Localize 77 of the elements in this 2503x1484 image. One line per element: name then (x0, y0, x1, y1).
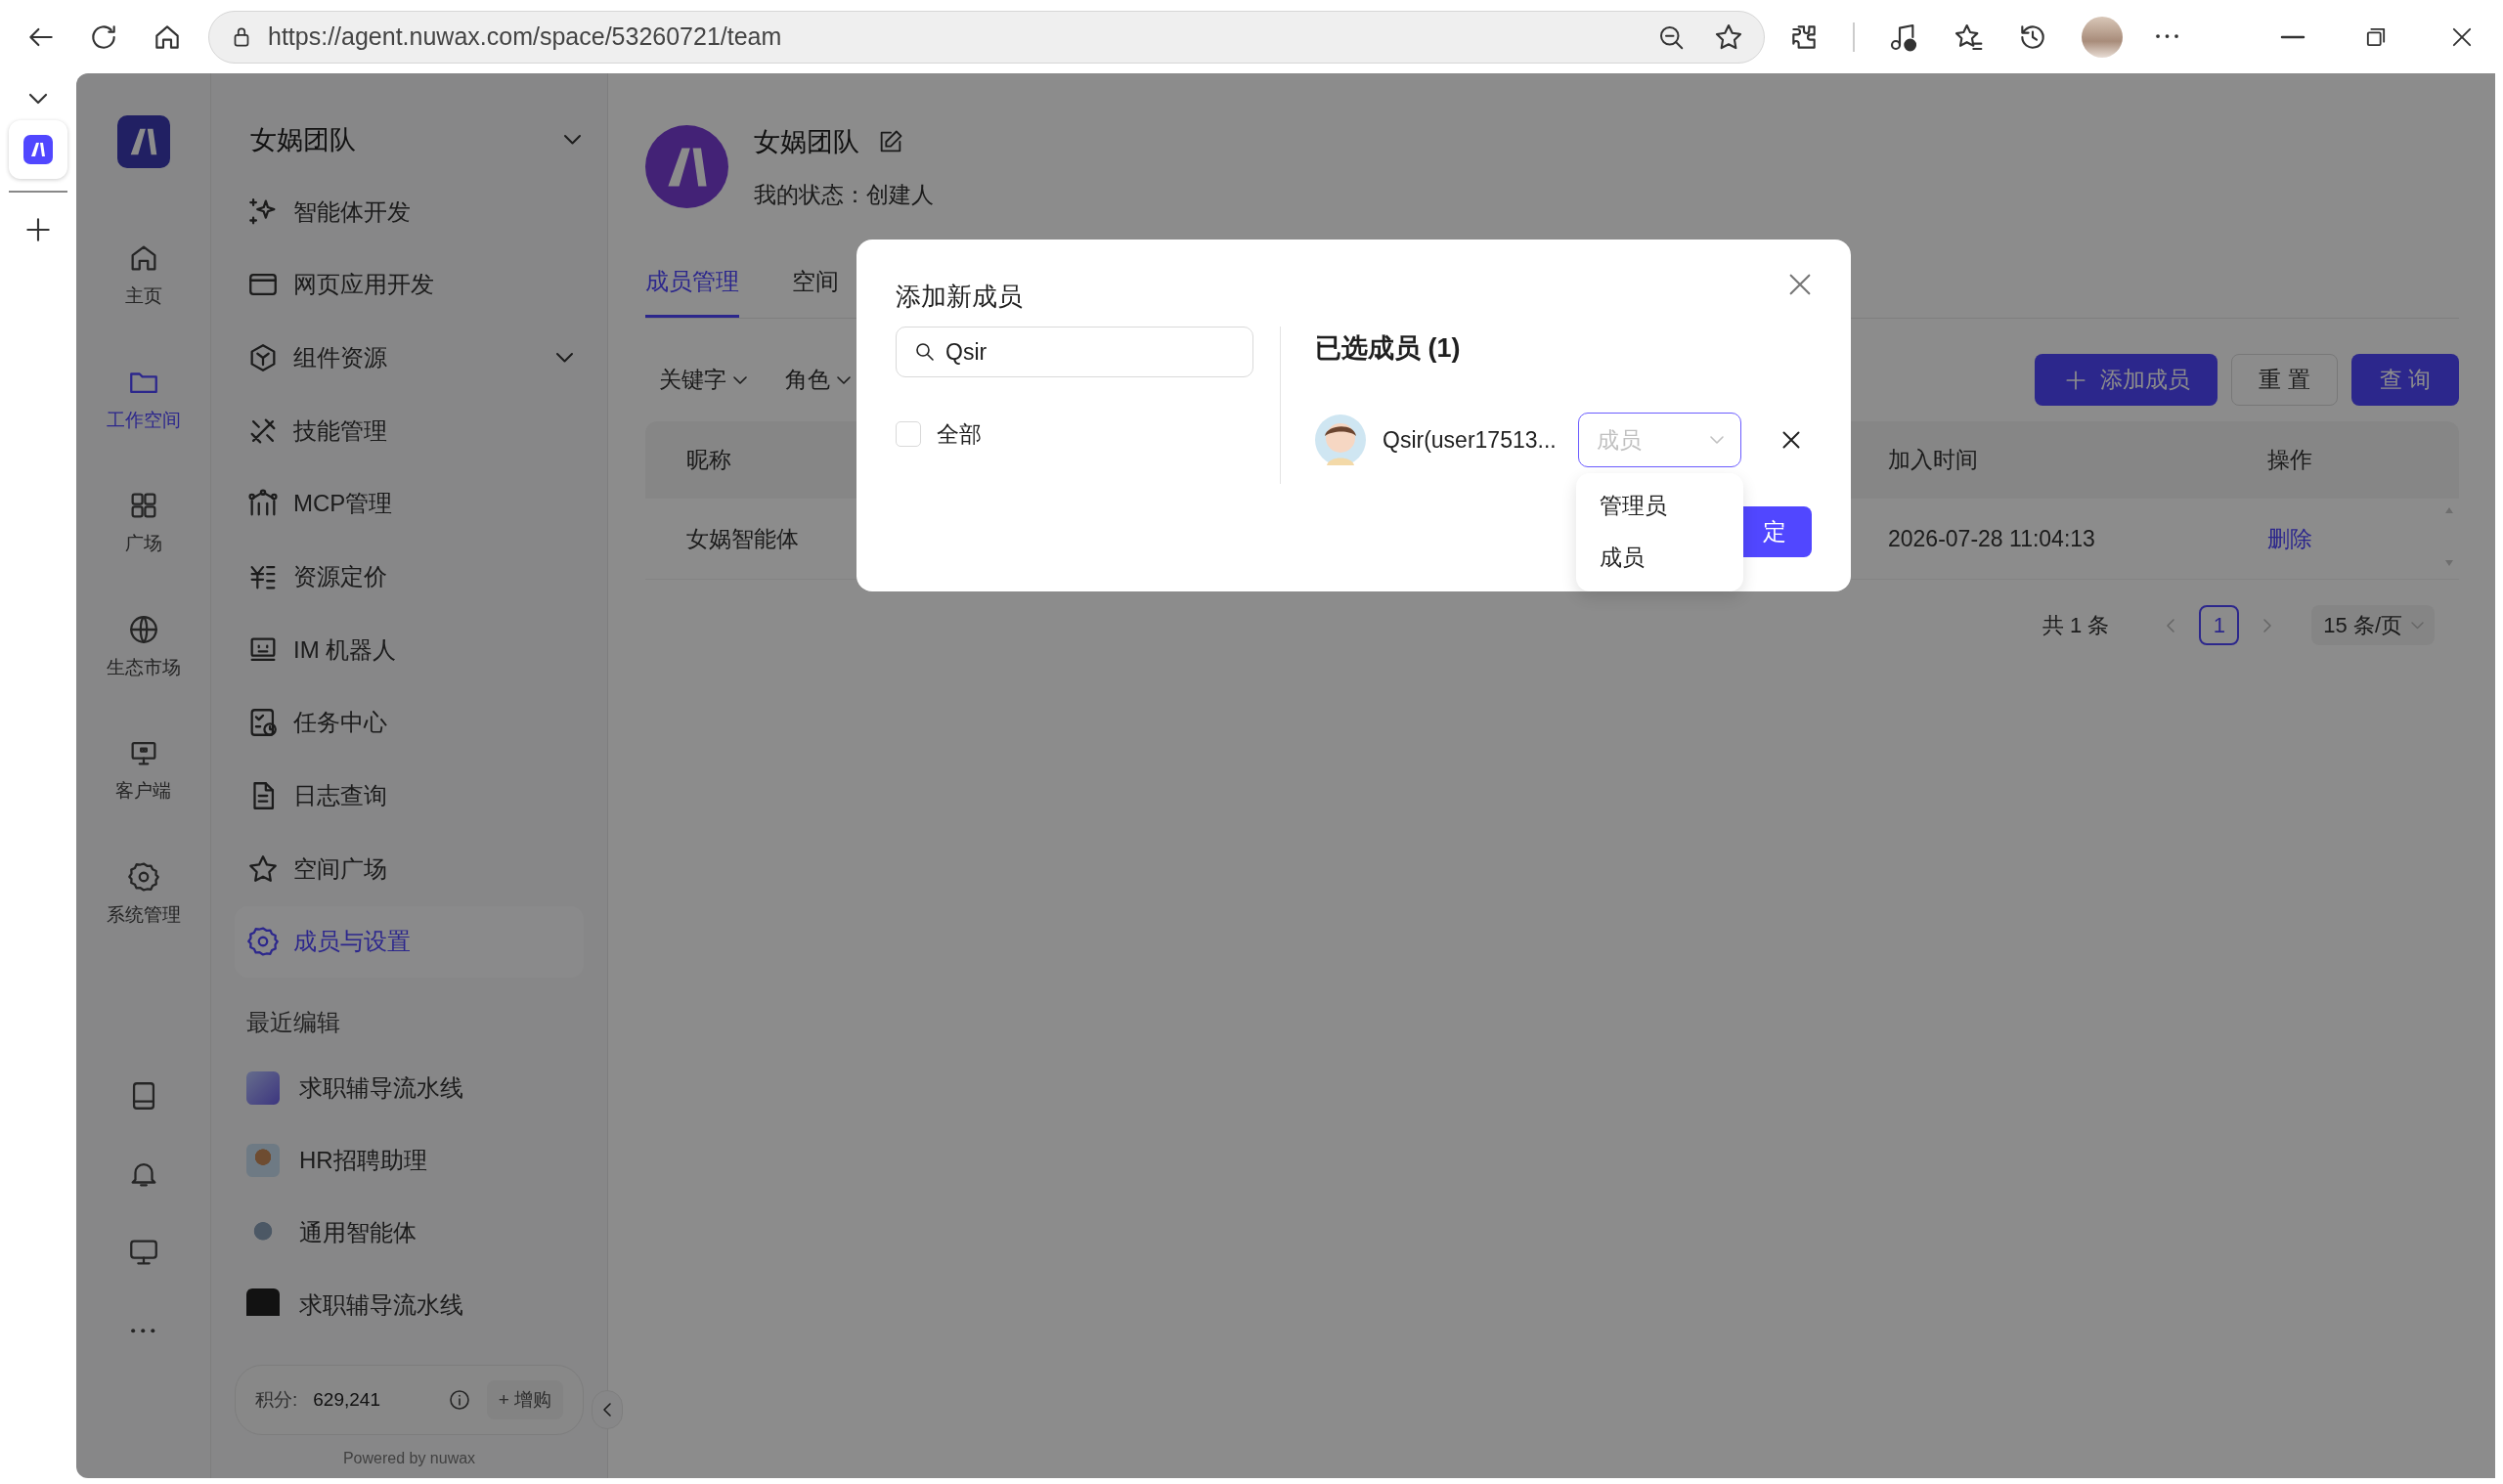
chevron-down-icon (734, 376, 746, 383)
menu-item[interactable]: 组件资源 (235, 322, 584, 394)
filter-dropdown[interactable]: 角色 (771, 363, 863, 397)
nav-item[interactable]: 广场 (89, 489, 198, 558)
recent-item[interactable]: 通用智能体 (235, 1196, 584, 1269)
nav-item[interactable]: 工作空间 (89, 365, 198, 434)
tab[interactable]: 成员管理 (645, 248, 739, 318)
search-icon (913, 340, 937, 364)
more-icon (2156, 34, 2179, 39)
table-cell: 女娲智能体 (686, 525, 799, 551)
nav-item[interactable]: 系统管理 (89, 859, 198, 929)
minimize-icon (2282, 35, 2304, 38)
nav-item[interactable]: 主页 (89, 241, 198, 311)
select-all-checkbox[interactable] (896, 421, 921, 448)
team-switch-button[interactable] (565, 136, 580, 144)
page-button[interactable]: 1 (2199, 605, 2240, 645)
dialog-title: 添加新成员 (896, 281, 1023, 313)
recent-item[interactable]: 求职辅导流水线 (235, 1268, 584, 1316)
profile-avatar[interactable] (2082, 16, 2123, 58)
search-field[interactable]: Qsir (896, 327, 1253, 377)
page-size-select[interactable]: 15 条/页 (2311, 605, 2435, 645)
minimize-button[interactable] (2282, 35, 2304, 38)
delete-link[interactable]: 删除 (2267, 525, 2312, 551)
recent-item[interactable]: HR招聘助理 (235, 1123, 584, 1197)
chevron-down-icon (2412, 622, 2423, 629)
recent-item[interactable]: 求职辅导流水线 (235, 1051, 584, 1124)
more-icon (131, 1328, 155, 1333)
agent-thumbnail-icon (246, 1070, 280, 1105)
agent-thumbnail-icon (246, 1288, 280, 1316)
nav-item[interactable]: 客户端 (89, 736, 198, 806)
section-heading: 最近编辑 (245, 1007, 341, 1037)
address-bar[interactable]: https://agent.nuwax.com/space/53260721/team (208, 10, 1765, 64)
total-count: 共 1 条 (2042, 612, 2110, 639)
menu-item[interactable]: 智能体开发 (235, 176, 584, 247)
column-header: 昵称 (686, 447, 731, 473)
menu-item[interactable]: 技能管理 (235, 395, 584, 467)
points-label: 积分: (255, 1387, 298, 1412)
menu-item[interactable]: IM 机器人 (235, 614, 584, 686)
checkbox-label: 全部 (937, 420, 982, 449)
member-name: Qsir(user17513... (1383, 425, 1558, 455)
chevron-down-icon (838, 376, 850, 383)
tab[interactable]: 空间 (792, 248, 839, 318)
menu-item[interactable]: 空间广场 (235, 833, 584, 905)
menu-item[interactable]: 资源定价 (235, 541, 584, 613)
agent-thumbnail-icon (246, 1143, 280, 1177)
app-logo-icon[interactable] (116, 115, 170, 168)
browser-tab[interactable] (9, 120, 67, 179)
menu-item[interactable]: MCP管理 (235, 467, 584, 540)
column-header: 加入时间 (1888, 447, 1978, 473)
powered-by-text: Powered by nuwax (342, 1449, 476, 1468)
selected-members-heading: 已选成员 (1) (1315, 332, 1462, 365)
chevron-down-icon (1711, 437, 1723, 443)
url-text: https://agent.nuwax.com/space/53260721/team (268, 21, 783, 52)
chevron-right-icon (2264, 619, 2271, 632)
team-title: 女娲团队 (754, 126, 859, 158)
member-avatar (1315, 415, 1366, 465)
query-button[interactable]: 查 询 (2351, 354, 2459, 406)
menu-item[interactable]: 网页应用开发 (235, 248, 584, 321)
info-icon (447, 1388, 471, 1412)
menu-item[interactable]: 任务中心 (235, 686, 584, 759)
filter-dropdown[interactable]: 关键字 (645, 363, 760, 397)
chevron-down-icon (565, 136, 580, 144)
menu-item[interactable]: 日志查询 (235, 760, 584, 832)
collapse-sidebar-button[interactable] (592, 1390, 623, 1429)
points-value: 629,241 (313, 1387, 381, 1412)
status-text: 我的状态：创建人 (754, 180, 934, 209)
column-header: 操作 (2267, 447, 2312, 473)
buy-button[interactable]: + 增购 (486, 1380, 563, 1419)
table-cell: 2026-07-28 11:04:13 (1888, 525, 2095, 551)
app-logo-icon (23, 135, 53, 164)
nav-item[interactable]: 生态市场 (89, 612, 198, 681)
chevron-down-icon (30, 95, 46, 103)
chevron-left-icon (2168, 619, 2174, 632)
add-member-button[interactable]: 添加成员 (2035, 354, 2218, 406)
collapse-tabs-button[interactable] (30, 95, 46, 103)
team-name: 女娲团队 (250, 123, 356, 156)
reset-button[interactable]: 重 置 (2231, 354, 2338, 406)
